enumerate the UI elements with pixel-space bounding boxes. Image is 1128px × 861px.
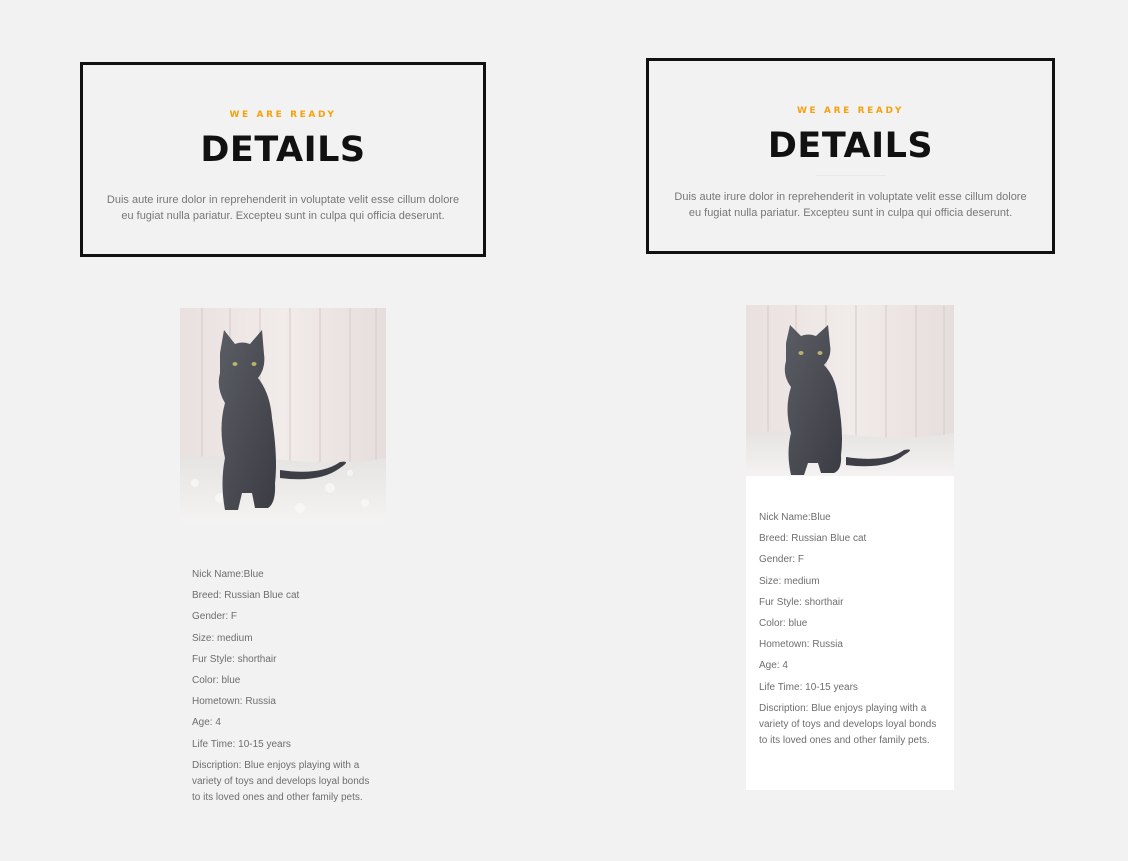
detail-size: Size: medium — [192, 632, 253, 644]
hero-description: Duis aute irure dolor in reprehenderit i… — [674, 191, 1027, 219]
detail-description: Discription: Blue enjoys playing with a … — [759, 702, 937, 746]
detail-color: Color: blue — [759, 617, 808, 629]
detail-age: Age: 4 — [759, 660, 788, 672]
detail-hometown: Hometown: Russia — [759, 639, 843, 651]
cat-photo — [180, 308, 386, 522]
detail-life-time: Life Time: 10-15 years — [759, 681, 858, 693]
pet-details-list: Nick Name:Blue Breed: Russian Blue cat G… — [759, 510, 941, 749]
hero-title: DETAILS — [767, 126, 934, 166]
detail-fur-style: Fur Style: shorthair — [759, 596, 844, 608]
detail-age: Age: 4 — [192, 717, 221, 729]
cat-photo — [746, 305, 954, 476]
title-divider — [815, 175, 886, 176]
detail-fur-style: Fur Style: shorthair — [192, 653, 277, 665]
detail-description: Discription: Blue enjoys playing with a … — [192, 759, 370, 803]
detail-breed: Breed: Russian Blue cat — [759, 533, 867, 545]
detail-life-time: Life Time: 10-15 years — [192, 738, 291, 750]
detail-nickname: Nick Name:Blue — [759, 512, 831, 523]
details-hero-panel: WE ARE READY DETAILS Duis aute irure dol… — [646, 58, 1055, 254]
detail-size: Size: medium — [759, 575, 820, 587]
detail-color: Color: blue — [192, 674, 241, 686]
detail-nickname: Nick Name:Blue — [192, 569, 264, 580]
hero-eyebrow: WE ARE READY — [797, 106, 904, 116]
hero-eyebrow: WE ARE READY — [229, 110, 337, 120]
hero-description: Duis aute irure dolor in reprehenderit i… — [106, 194, 460, 222]
detail-hometown: Hometown: Russia — [192, 696, 276, 708]
detail-breed: Breed: Russian Blue cat — [192, 590, 300, 602]
detail-gender: Gender: F — [759, 554, 805, 566]
hero-title: DETAILS — [200, 130, 366, 170]
details-hero-panel: WE ARE READY DETAILS Duis aute irure dol… — [80, 62, 486, 257]
pet-details-list: Nick Name:Blue Breed: Russian Blue cat G… — [192, 567, 374, 806]
detail-gender: Gender: F — [192, 611, 238, 623]
